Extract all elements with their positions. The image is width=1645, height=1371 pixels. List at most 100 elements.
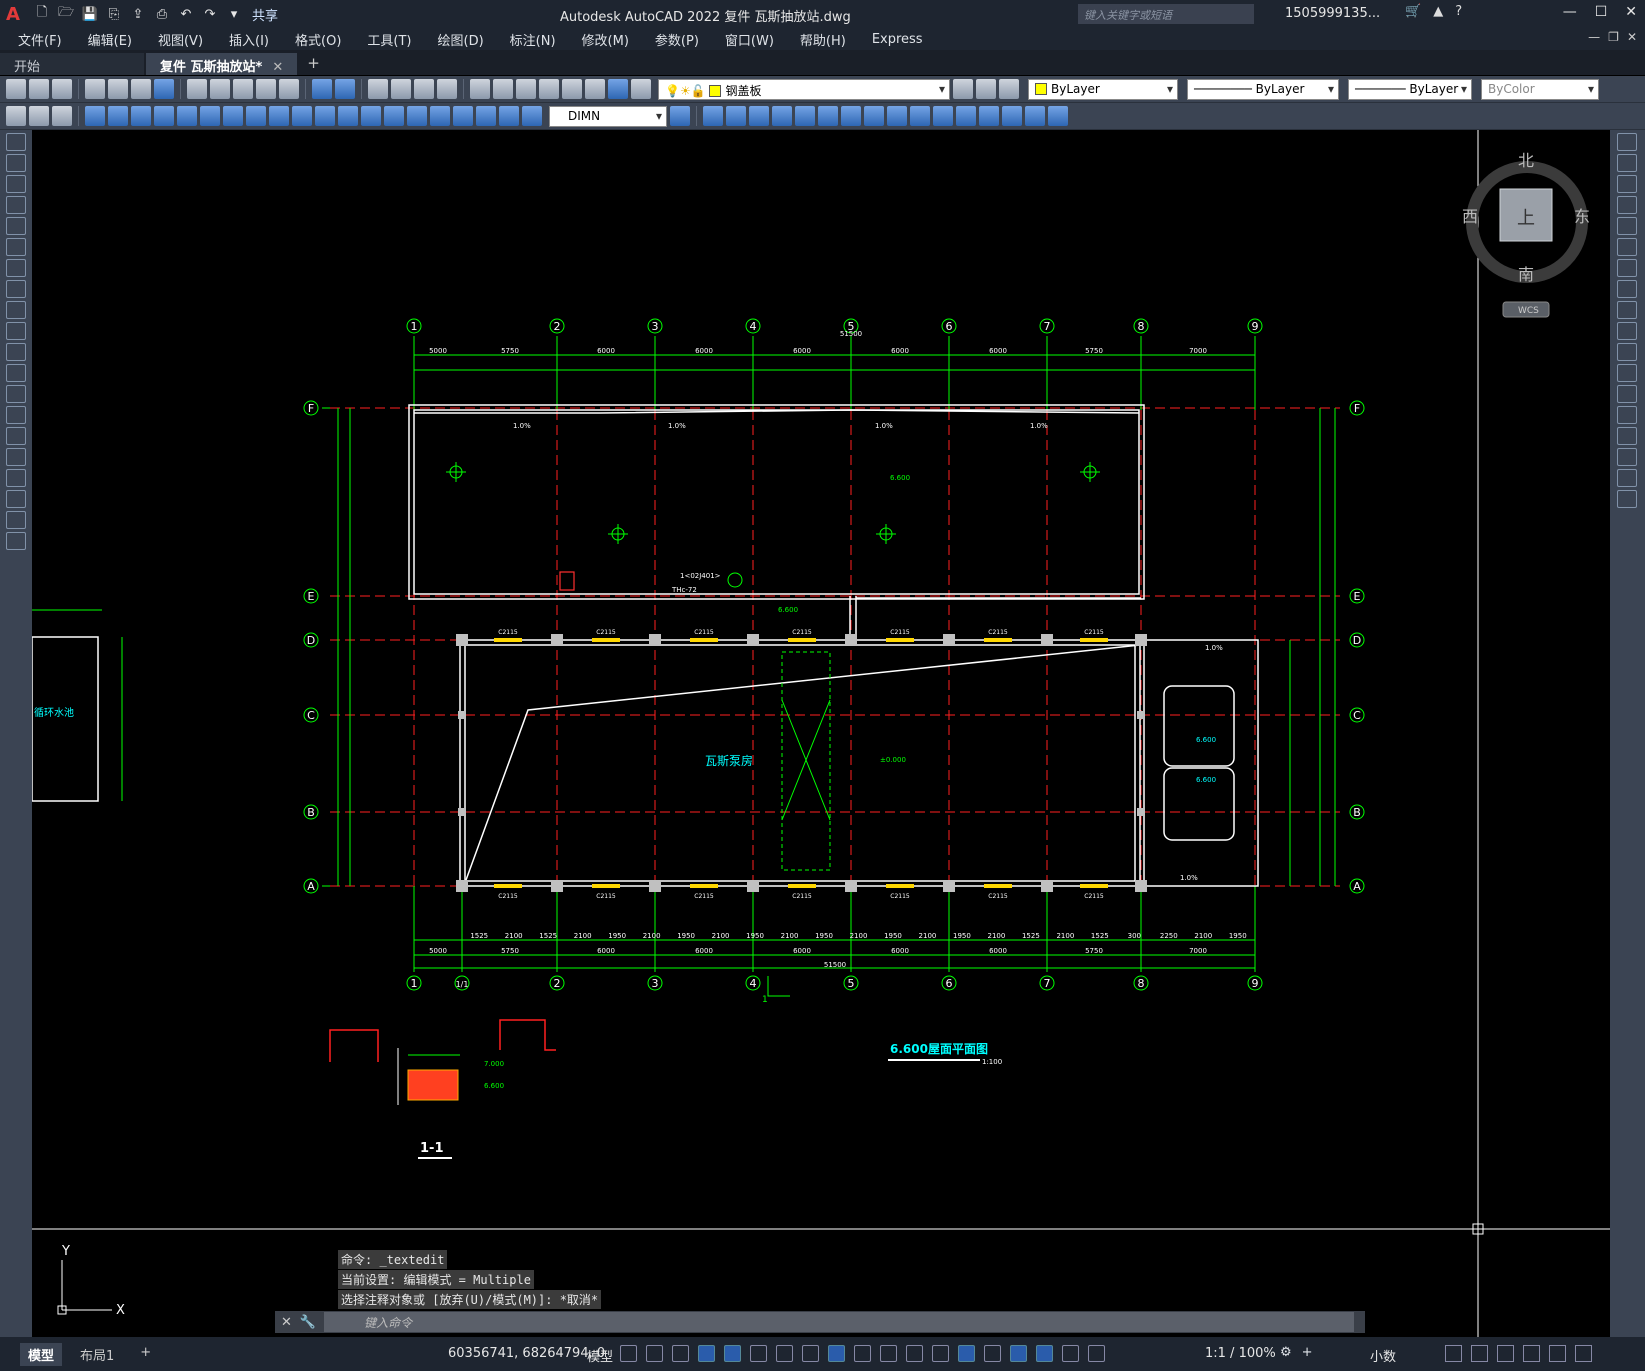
menu-draw[interactable]: 绘图(D): [438, 30, 484, 49]
help-icon[interactable]: ?: [1455, 4, 1462, 19]
lineweight-select[interactable]: ─────── ByLayer: [1348, 78, 1472, 100]
maximize-button[interactable]: ☐: [1595, 4, 1608, 20]
make-object-layer-icon[interactable]: [6, 106, 26, 126]
tab-close-icon[interactable]: ✕: [272, 60, 283, 75]
clean-screen-icon[interactable]: [1549, 1345, 1566, 1362]
fillet-r-icon[interactable]: [1617, 448, 1637, 466]
menu-modify[interactable]: 修改(M): [582, 30, 629, 49]
viewcube-north[interactable]: 北: [1518, 151, 1534, 170]
tab-drawing[interactable]: 复件 瓦斯抽放站* ✕: [146, 53, 298, 75]
qnew-icon[interactable]: [6, 79, 26, 99]
layer-isolate-icon[interactable]: [52, 106, 72, 126]
lineweight-icon[interactable]: [854, 1345, 871, 1362]
zoom-window-icon[interactable]: [414, 79, 434, 99]
join-icon[interactable]: [979, 106, 999, 126]
trim-icon[interactable]: [910, 106, 930, 126]
wcs-menu[interactable]: WCS: [1518, 306, 1539, 316]
line-icon[interactable]: [6, 133, 26, 151]
annotation-monitor-icon[interactable]: +: [1302, 1345, 1313, 1360]
break-icon[interactable]: [956, 106, 976, 126]
customization-icon[interactable]: [1575, 1345, 1592, 1362]
doc-close-icon[interactable]: ✕: [1627, 30, 1637, 44]
tolerance-icon[interactable]: [384, 106, 404, 126]
selection-filter-icon[interactable]: [984, 1345, 1001, 1362]
dim-diameter-icon[interactable]: [223, 106, 243, 126]
break-point-icon[interactable]: [1617, 364, 1637, 382]
dim-jogged-icon[interactable]: [200, 106, 220, 126]
markup-icon[interactable]: [562, 79, 582, 99]
new-tab-icon[interactable]: +: [307, 54, 320, 72]
erase-r-icon[interactable]: [1617, 133, 1637, 151]
pan-icon[interactable]: [368, 79, 388, 99]
rectangle-icon[interactable]: [6, 217, 26, 235]
quick-properties-icon[interactable]: [1445, 1345, 1462, 1362]
3d-print-icon[interactable]: [154, 79, 174, 99]
quick-dim-icon[interactable]: [269, 106, 289, 126]
layer-previous-icon[interactable]: [976, 79, 996, 99]
chamfer-icon[interactable]: [1002, 106, 1022, 126]
graphics-performance-icon[interactable]: [1523, 1345, 1540, 1362]
array-r-icon[interactable]: [1617, 217, 1637, 235]
transparency-icon[interactable]: [880, 1345, 897, 1362]
offset-r-icon[interactable]: [1617, 196, 1637, 214]
save-as-icon[interactable]: ⎘: [104, 4, 124, 24]
doc-restore-icon[interactable]: ❐: [1608, 30, 1619, 44]
dim-angular-icon[interactable]: [246, 106, 266, 126]
command-input[interactable]: 键入命令: [324, 1312, 1355, 1332]
extend-icon[interactable]: [933, 106, 953, 126]
help-search-input[interactable]: 键入关键字或短语: [1078, 4, 1254, 24]
annotation-scale-icon[interactable]: [1088, 1345, 1105, 1362]
autodesk-icon[interactable]: ▲: [1433, 4, 1443, 19]
viewcube[interactable]: 上 北 南 西 东 WCS: [1462, 151, 1590, 318]
menu-dimension[interactable]: 标注(N): [510, 30, 556, 49]
paste-icon[interactable]: [233, 79, 253, 99]
zoom-realtime-icon[interactable]: [391, 79, 411, 99]
table-icon[interactable]: [6, 490, 26, 508]
share-button[interactable]: 共享: [252, 5, 278, 24]
dim-linear-icon[interactable]: [85, 106, 105, 126]
join-r-icon[interactable]: [1617, 406, 1637, 424]
inspect-icon[interactable]: [430, 106, 450, 126]
mtext-icon[interactable]: [6, 511, 26, 529]
linetype-select[interactable]: ──────── ByLayer: [1187, 78, 1339, 100]
properties-icon[interactable]: [470, 79, 490, 99]
layer-state-icon[interactable]: [999, 79, 1019, 99]
menu-view[interactable]: 视图(V): [158, 30, 203, 49]
point-icon[interactable]: [6, 406, 26, 424]
annotation-visibility-icon[interactable]: [1036, 1345, 1053, 1362]
dim-aligned-icon[interactable]: [108, 106, 128, 126]
polygon-icon[interactable]: [6, 196, 26, 214]
spline-icon[interactable]: [6, 301, 26, 319]
explode-icon[interactable]: [1048, 106, 1068, 126]
workspace-icon[interactable]: ⚙: [1280, 1345, 1292, 1360]
center-mark-icon[interactable]: [407, 106, 427, 126]
undo-icon[interactable]: ↶: [176, 4, 196, 24]
dynamic-ucs-icon[interactable]: [958, 1345, 975, 1362]
polar-icon[interactable]: [750, 1345, 767, 1362]
new-icon[interactable]: 🗋: [32, 4, 52, 24]
menu-edit[interactable]: 编辑(E): [88, 30, 132, 49]
copy-icon[interactable]: [210, 79, 230, 99]
coordinates[interactable]: 60356741, 68264794, 0: [448, 1346, 605, 1361]
command-settings-icon[interactable]: 🔧: [300, 1315, 316, 1330]
infer-icon[interactable]: [672, 1345, 689, 1362]
dimstyle-select[interactable]: DIMN: [549, 105, 667, 127]
blend-icon[interactable]: [1617, 469, 1637, 487]
stretch-r-icon[interactable]: [1617, 301, 1637, 319]
customize-qa-icon[interactable]: ▾: [224, 4, 244, 24]
move-icon[interactable]: [818, 106, 838, 126]
break-r-icon[interactable]: [1617, 385, 1637, 403]
dim-update-icon[interactable]: [522, 106, 542, 126]
redo-icon[interactable]: ↷: [200, 4, 220, 24]
3d-osnap-icon[interactable]: [932, 1345, 949, 1362]
gradient-icon[interactable]: [6, 448, 26, 466]
dynamic-input-icon[interactable]: [698, 1345, 715, 1362]
mirror-r-icon[interactable]: [1617, 175, 1637, 193]
doc-minimize-icon[interactable]: —: [1588, 30, 1600, 44]
dim-baseline-icon[interactable]: [292, 106, 312, 126]
dim-break-icon[interactable]: [361, 106, 381, 126]
scale-icon[interactable]: [864, 106, 884, 126]
zoom-previous-icon[interactable]: [437, 79, 457, 99]
add-selected-icon[interactable]: [6, 532, 26, 550]
explode-r-icon[interactable]: [1617, 490, 1637, 508]
